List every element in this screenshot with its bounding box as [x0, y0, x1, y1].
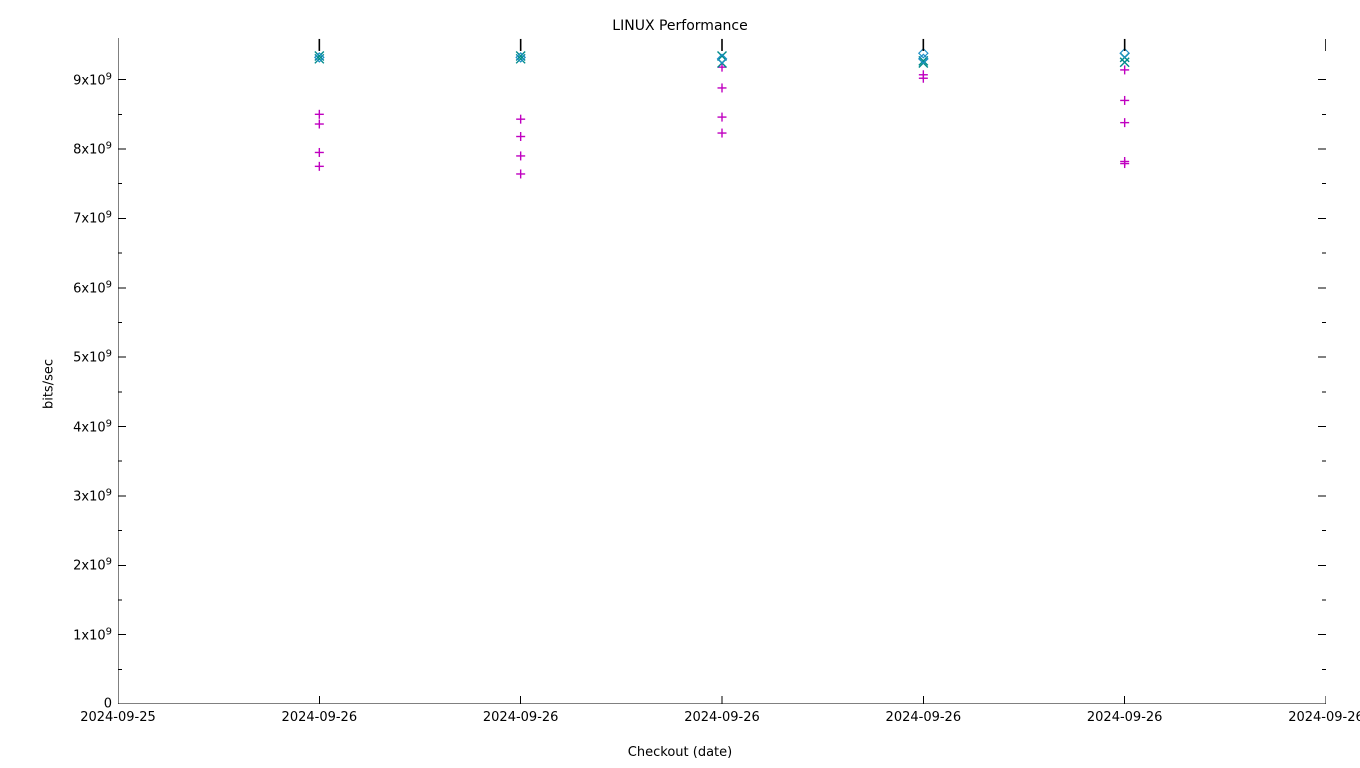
y-tick-label: 2x109 — [0, 557, 112, 574]
y-tick-label: 9x109 — [0, 71, 112, 88]
x-axis-label: Checkout (date) — [0, 745, 1360, 760]
y-tick-label: 1x109 — [0, 626, 112, 643]
y-tick-label: 6x109 — [0, 279, 112, 296]
chart-title: LINUX Performance — [0, 18, 1360, 34]
y-tick-label: 7x109 — [0, 210, 112, 227]
x-tick-label: 2024-09-26 — [684, 710, 760, 725]
y-tick-label: 8x109 — [0, 140, 112, 157]
y-tick-label: 5x109 — [0, 348, 112, 365]
y-tick-label: 3x109 — [0, 487, 112, 504]
x-tick-label: 2024-09-26 — [1288, 710, 1360, 725]
x-tick-label: 2024-09-26 — [483, 710, 559, 725]
x-tick-label: 2024-09-25 — [80, 710, 156, 725]
x-tick-label: 2024-09-26 — [282, 710, 358, 725]
x-tick-label: 2024-09-26 — [1087, 710, 1163, 725]
plot-area — [118, 38, 1326, 704]
x-tick-label: 2024-09-26 — [886, 710, 962, 725]
chart-container: LINUX Performance bits/sec Checkout (dat… — [0, 0, 1360, 768]
y-axis-label: bits/sec — [42, 359, 57, 409]
y-tick-label: 4x109 — [0, 418, 112, 435]
